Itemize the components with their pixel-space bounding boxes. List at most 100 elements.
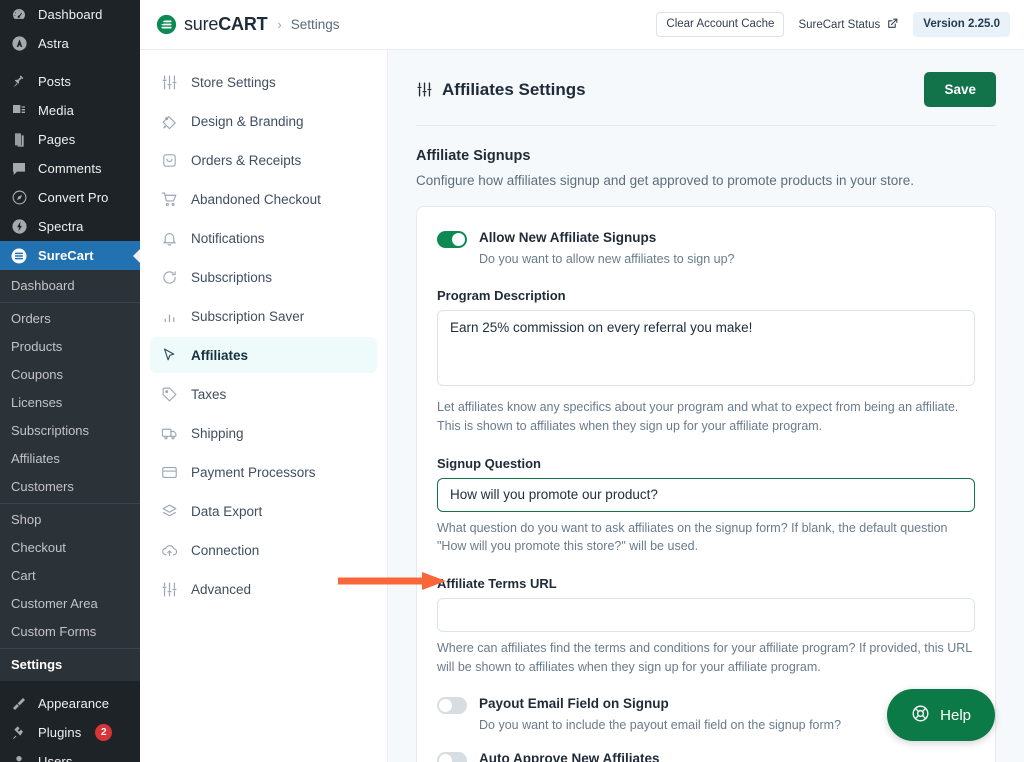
sidebar-item-dashboard[interactable]: Dashboard xyxy=(0,0,140,29)
settings-nav-item-design-branding[interactable]: Design & Branding xyxy=(150,103,377,139)
wp-admin-sidebar: Dashboard Astra Posts Media Pages xyxy=(0,0,140,762)
brand-wordmark-bold: CART xyxy=(218,14,267,34)
sidebar-item-surecart[interactable]: SureCart xyxy=(0,241,140,270)
submenu-item-orders[interactable]: Orders xyxy=(0,305,140,333)
surecart-brand[interactable]: sureCART xyxy=(156,14,267,35)
payout-email-toggle[interactable] xyxy=(437,697,467,714)
allow-new-affiliate-signups-toggle[interactable] xyxy=(437,231,467,248)
sidebar-item-media[interactable]: Media xyxy=(0,96,140,125)
settings-nav-item-orders-receipts[interactable]: Orders & Receipts xyxy=(150,142,377,178)
truck-icon xyxy=(160,424,178,442)
media-icon xyxy=(9,101,29,121)
save-button[interactable]: Save xyxy=(924,72,996,107)
submenu-item-custom-forms[interactable]: Custom Forms xyxy=(0,618,140,646)
surecart-icon xyxy=(9,246,29,266)
program-description-textarea[interactable]: Earn 25% commission on every referral yo… xyxy=(437,310,975,386)
signup-question-input[interactable] xyxy=(437,478,975,512)
submenu-item-checkout[interactable]: Checkout xyxy=(0,534,140,562)
affiliate-terms-url-label: Affiliate Terms URL xyxy=(437,576,975,591)
appearance-icon xyxy=(9,694,29,714)
sidebar-item-astra[interactable]: Astra xyxy=(0,29,140,58)
toggle-knob xyxy=(452,233,465,246)
submenu-item-shop[interactable]: Shop xyxy=(0,506,140,534)
sidebar-item-label: Users xyxy=(38,754,72,762)
settings-nav-label: Affiliates xyxy=(191,348,248,363)
payout-email-label: Payout Email Field on Signup xyxy=(479,695,841,712)
submenu-divider xyxy=(0,503,140,504)
sidebar-item-spectra[interactable]: Spectra xyxy=(0,212,140,241)
submenu-item-affiliates[interactable]: Affiliates xyxy=(0,445,140,473)
sidebar-item-label: Astra xyxy=(38,36,69,51)
cloud-upload-icon xyxy=(160,541,178,559)
dashboard-icon xyxy=(9,5,29,25)
affiliate-terms-url-field: Affiliate Terms URL Where can affiliates… xyxy=(437,576,975,677)
submenu-item-cart[interactable]: Cart xyxy=(0,562,140,590)
sliders-icon xyxy=(160,73,178,91)
signup-question-field: Signup Question What question do you wan… xyxy=(437,456,975,557)
auto-approve-text: Auto Approve New Affiliates Do you want … xyxy=(479,750,975,762)
auto-approve-row: Auto Approve New Affiliates Do you want … xyxy=(437,750,975,762)
settings-nav-item-data-export[interactable]: Data Export xyxy=(150,493,377,529)
comments-icon xyxy=(9,159,29,179)
settings-nav-item-payment-processors[interactable]: Payment Processors xyxy=(150,454,377,490)
settings-nav-label: Payment Processors xyxy=(191,465,316,480)
breadcrumb-settings[interactable]: Settings xyxy=(291,17,340,32)
sidebar-gap xyxy=(0,681,140,689)
settings-nav-item-store-settings[interactable]: Store Settings xyxy=(150,64,377,100)
sidebar-item-label: Spectra xyxy=(38,219,84,234)
sidebar-item-posts[interactable]: Posts xyxy=(0,67,140,96)
sidebar-item-label: Dashboard xyxy=(38,7,103,22)
sidebar-item-label: Posts xyxy=(38,74,71,89)
settings-nav-item-subscription-saver[interactable]: Subscription Saver xyxy=(150,298,377,334)
settings-nav-item-abandoned-checkout[interactable]: Abandoned Checkout xyxy=(150,181,377,217)
allow-new-affiliate-signups-row: Allow New Affiliate Signups Do you want … xyxy=(437,229,975,268)
settings-nav-item-shipping[interactable]: Shipping xyxy=(150,415,377,451)
submenu-item-subscriptions[interactable]: Subscriptions xyxy=(0,417,140,445)
settings-nav-label: Shipping xyxy=(191,426,244,441)
submenu-item-products[interactable]: Products xyxy=(0,333,140,361)
settings-nav-label: Design & Branding xyxy=(191,114,304,129)
settings-nav-item-taxes[interactable]: Taxes xyxy=(150,376,377,412)
submenu-item-customer-area[interactable]: Customer Area xyxy=(0,590,140,618)
surecart-logo-icon xyxy=(156,14,177,35)
spectra-icon xyxy=(9,217,29,237)
sidebar-item-label: Plugins xyxy=(38,725,81,740)
sidebar-item-appearance[interactable]: Appearance xyxy=(0,689,140,718)
settings-nav-item-connection[interactable]: Connection xyxy=(150,532,377,568)
affiliate-terms-url-input[interactable] xyxy=(437,598,975,632)
settings-nav-item-affiliates[interactable]: Affiliates xyxy=(150,337,377,373)
surecart-submenu: Dashboard Orders Products Coupons Licens… xyxy=(0,270,140,681)
sidebar-item-convert-pro[interactable]: Convert Pro xyxy=(0,183,140,212)
toggle-knob xyxy=(439,754,452,762)
plugins-icon xyxy=(9,723,29,743)
topbar-actions: Clear Account Cache SureCart Status Vers… xyxy=(656,12,1010,38)
sidebar-item-comments[interactable]: Comments xyxy=(0,154,140,183)
submenu-item-dashboard[interactable]: Dashboard xyxy=(0,272,140,300)
submenu-divider xyxy=(0,302,140,303)
credit-card-icon xyxy=(160,463,178,481)
surecart-status-link[interactable]: SureCart Status xyxy=(798,17,899,33)
auto-approve-label: Auto Approve New Affiliates xyxy=(479,750,975,762)
help-button[interactable]: Help xyxy=(887,689,995,741)
settings-nav-label: Taxes xyxy=(191,387,226,402)
auto-approve-toggle[interactable] xyxy=(437,752,467,762)
settings-nav-item-subscriptions[interactable]: Subscriptions xyxy=(150,259,377,295)
clear-account-cache-button[interactable]: Clear Account Cache xyxy=(656,12,784,38)
sidebar-item-users[interactable]: Users xyxy=(0,747,140,762)
sidebar-item-pages[interactable]: Pages xyxy=(0,125,140,154)
settings-nav-item-advanced[interactable]: Advanced xyxy=(150,571,377,607)
app-topbar: sureCART › Settings Clear Account Cache … xyxy=(140,0,1024,50)
submenu-item-customers[interactable]: Customers xyxy=(0,473,140,501)
payout-email-help: Do you want to include the payout email … xyxy=(479,716,841,734)
settings-nav-item-notifications[interactable]: Notifications xyxy=(150,220,377,256)
bell-icon xyxy=(160,229,178,247)
submenu-item-settings[interactable]: Settings xyxy=(0,651,140,679)
pin-icon xyxy=(9,72,29,92)
users-icon xyxy=(9,752,29,762)
cart-icon xyxy=(160,190,178,208)
settings-nav-label: Orders & Receipts xyxy=(191,153,301,168)
submenu-item-licenses[interactable]: Licenses xyxy=(0,389,140,417)
sidebar-item-plugins[interactable]: Plugins 2 xyxy=(0,718,140,747)
breadcrumb-separator-icon: › xyxy=(277,17,281,32)
submenu-item-coupons[interactable]: Coupons xyxy=(0,361,140,389)
